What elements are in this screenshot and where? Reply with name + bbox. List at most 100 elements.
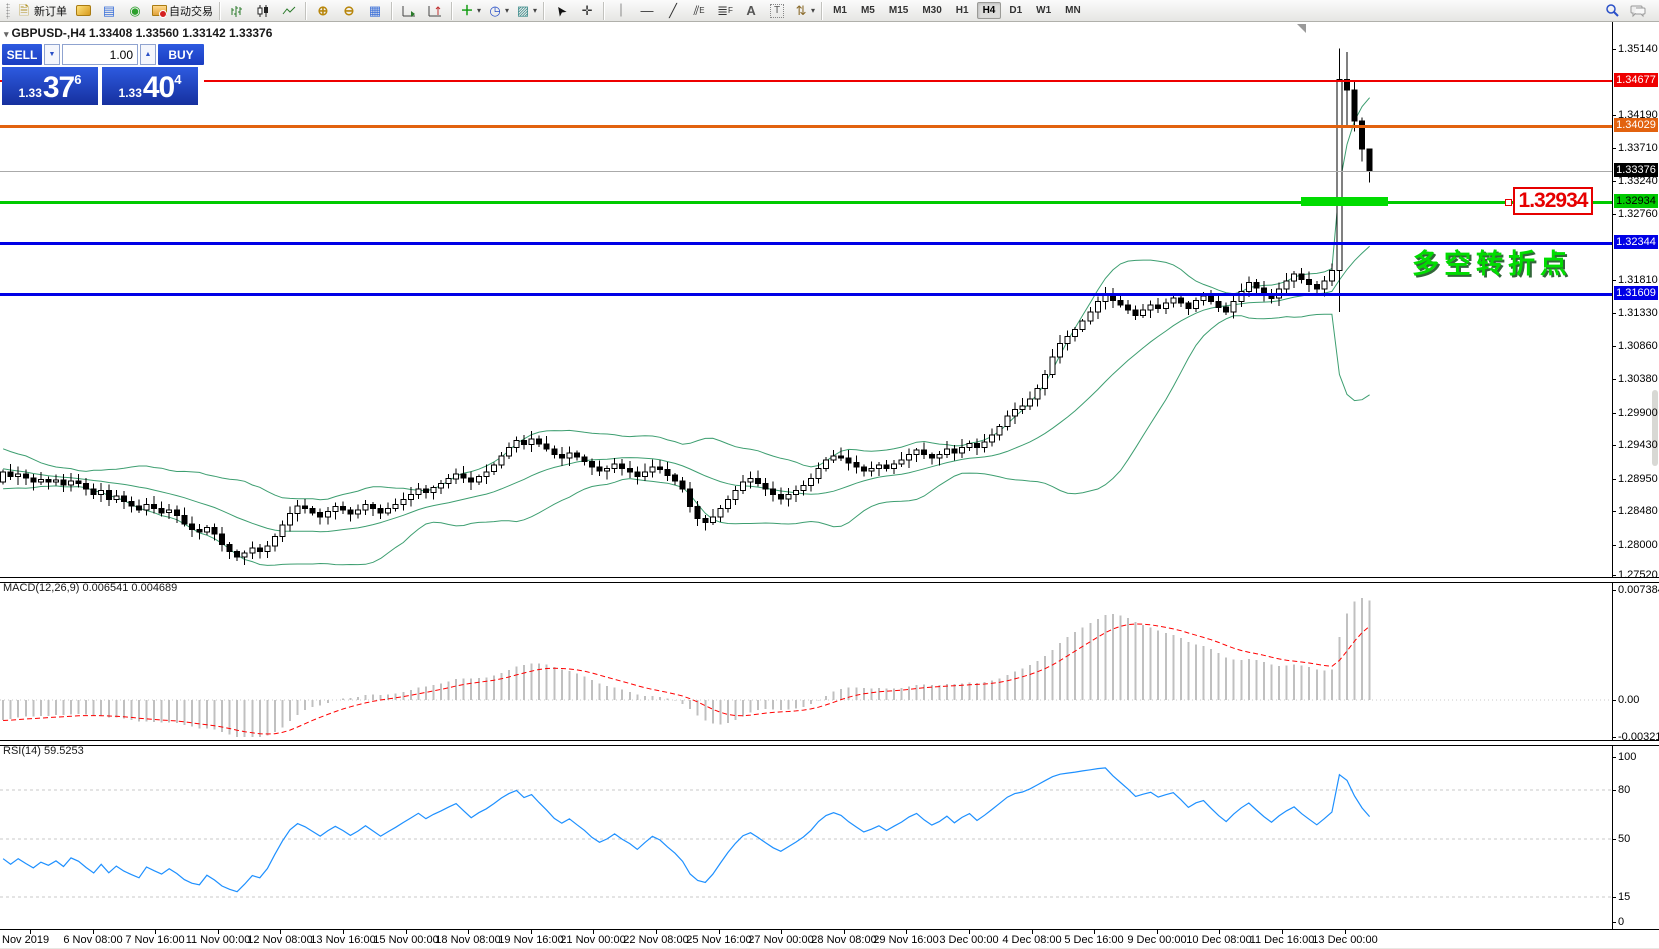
metaeditor-button[interactable] (70, 0, 96, 22)
time-axis[interactable]: Nov 20196 Nov 08:007 Nov 16:0011 Nov 00:… (0, 929, 1659, 948)
horizontal-line-object[interactable] (0, 80, 1612, 82)
candlestick-button[interactable] (250, 0, 276, 22)
time-axis-label: 11 Nov 00:00 (186, 934, 251, 946)
arrows-button[interactable]: ⇅ ▾ (790, 0, 818, 22)
template-icon: ▨ (515, 3, 531, 19)
hline-price-label: 1.34677 (1614, 73, 1658, 87)
text-button[interactable]: A (738, 0, 764, 22)
pane-separator[interactable] (0, 740, 1659, 746)
line-chart-button[interactable] (276, 0, 302, 22)
one-click-trading-panel: SELL ▼ ▲ BUY 1.33376 1.33404 (2, 44, 204, 105)
toolbar-grip[interactable] (6, 3, 10, 19)
zoom-in-button[interactable]: ⊕ (310, 0, 336, 22)
toolbar-separator (821, 2, 823, 20)
timeframe-w1[interactable]: W1 (1030, 2, 1057, 19)
price-tick-label: 1.28950 (1618, 473, 1658, 485)
text-icon: A (743, 3, 759, 19)
horizontal-line-object[interactable] (0, 242, 1612, 245)
cursor-button[interactable]: ➤ (548, 0, 574, 22)
horizontal-line-button[interactable]: — (634, 0, 660, 22)
chart-shift-marker (1297, 24, 1306, 33)
rsi-axis-label: 15 (1618, 891, 1630, 903)
time-axis-label: 25 Nov 16:00 (686, 934, 751, 946)
volume-increase-button[interactable]: ▲ (140, 44, 156, 65)
rsi-axis-label: 100 (1618, 751, 1636, 763)
timeframe-m5[interactable]: M5 (855, 2, 881, 19)
ask-price-button[interactable]: 1.33404 (102, 67, 198, 105)
right-scrollbar-thumb[interactable] (1652, 390, 1658, 466)
callout-anchor-point[interactable] (1505, 199, 1512, 206)
volume-input[interactable] (62, 44, 138, 65)
trendline-button[interactable]: ╱ (660, 0, 686, 22)
turning-point-text[interactable]: 多空转折点 (1412, 242, 1572, 281)
timeframe-m1[interactable]: M1 (827, 2, 853, 19)
text-label-icon: T (770, 4, 784, 18)
search-button[interactable] (1599, 0, 1625, 22)
auto-scroll-button[interactable] (396, 0, 422, 22)
text-label-button[interactable]: T (764, 0, 790, 22)
timeframe-m30[interactable]: M30 (916, 2, 947, 19)
price-axis-line (1612, 22, 1613, 929)
macd-label: MACD(12,26,9) 0.006541 0.004689 (3, 582, 177, 594)
price-chart-pane[interactable] (0, 22, 1612, 577)
timeframe-group: M1M5M15M30H1H4D1W1MN (826, 2, 1088, 19)
chart-shift-button[interactable] (422, 0, 448, 22)
macd-axis-label: 0.007384 (1618, 584, 1659, 596)
autotrading-icon (151, 3, 167, 19)
new-order-button[interactable]: 🗎 新订单 (13, 0, 70, 22)
timeframe-h4[interactable]: H4 (977, 2, 1002, 19)
timeframe-mn[interactable]: MN (1059, 2, 1087, 19)
time-axis-label: 27 Nov 00:00 (748, 934, 813, 946)
crosshair-button[interactable]: ✛ (574, 0, 600, 22)
rsi-label: RSI(14) 59.5253 (3, 745, 84, 757)
time-axis-label: Nov 2019 (2, 934, 49, 946)
tile-windows-button[interactable]: ▦ (362, 0, 388, 22)
fibonacci-button[interactable]: ≣F (712, 0, 738, 22)
volume-decrease-button[interactable]: ▼ (44, 44, 60, 65)
support-zone-rectangle[interactable] (1301, 197, 1388, 206)
new-order-icon: 🗎 (16, 3, 32, 19)
pane-separator[interactable] (0, 577, 1659, 583)
trendline-icon: ╱ (665, 3, 681, 19)
current-price-line (0, 171, 1612, 172)
price-tick-label: 1.29430 (1618, 439, 1658, 451)
channel-button[interactable]: ⫽E (686, 0, 712, 22)
price-tick-label: 1.28480 (1618, 505, 1658, 517)
autotrading-button[interactable]: 自动交易 (148, 0, 216, 22)
timeframe-m15[interactable]: M15 (883, 2, 914, 19)
price-tick-label: 1.31330 (1618, 307, 1658, 319)
arrange-shift-icon (428, 4, 442, 18)
rsi-pane[interactable] (0, 744, 1612, 929)
timeframe-d1[interactable]: D1 (1003, 2, 1028, 19)
bollinger-upper-band (3, 98, 1370, 500)
terminal-button[interactable]: ▤ (96, 0, 122, 22)
template-button[interactable]: ▨ ▾ (512, 0, 540, 22)
zoom-out-icon: ⊖ (341, 3, 357, 19)
timeframe-h1[interactable]: H1 (950, 2, 975, 19)
bar-chart-button[interactable] (224, 0, 250, 22)
indicators-button[interactable]: ＋ ▾ (456, 0, 484, 22)
bid-price-button[interactable]: 1.33376 (2, 67, 98, 105)
arrows-icon: ⇅ (793, 3, 809, 19)
price-tick-label: 1.30380 (1618, 373, 1658, 385)
ask-price-point: 4 (174, 65, 181, 95)
toolbar-separator (451, 2, 453, 20)
toolbar: 🗎 新订单 ▤ ◉ 自动交易 (0, 0, 1659, 22)
horizontal-line-object[interactable] (0, 125, 1612, 128)
price-tick-label: 1.31810 (1618, 274, 1658, 286)
vertical-line-button[interactable]: ｜ (608, 0, 634, 22)
sell-button[interactable]: SELL (2, 44, 42, 65)
chat-button[interactable] (1625, 0, 1651, 22)
periods-button[interactable]: ◷ ▾ (484, 0, 512, 22)
mt4-window: 🗎 新订单 ▤ ◉ 自动交易 (0, 0, 1659, 949)
macd-pane[interactable] (0, 581, 1612, 740)
price-callout-label[interactable]: 1.32934 (1513, 187, 1593, 215)
ask-price-figure: 1.33 (119, 83, 142, 103)
zoom-out-button[interactable]: ⊖ (336, 0, 362, 22)
signal-button[interactable]: ◉ (122, 0, 148, 22)
horizontal-line-object[interactable] (0, 293, 1612, 296)
toolbar-separator (603, 2, 605, 20)
buy-button[interactable]: BUY (158, 44, 204, 65)
toolbar-separator (219, 2, 221, 20)
new-order-label: 新订单 (34, 3, 67, 19)
